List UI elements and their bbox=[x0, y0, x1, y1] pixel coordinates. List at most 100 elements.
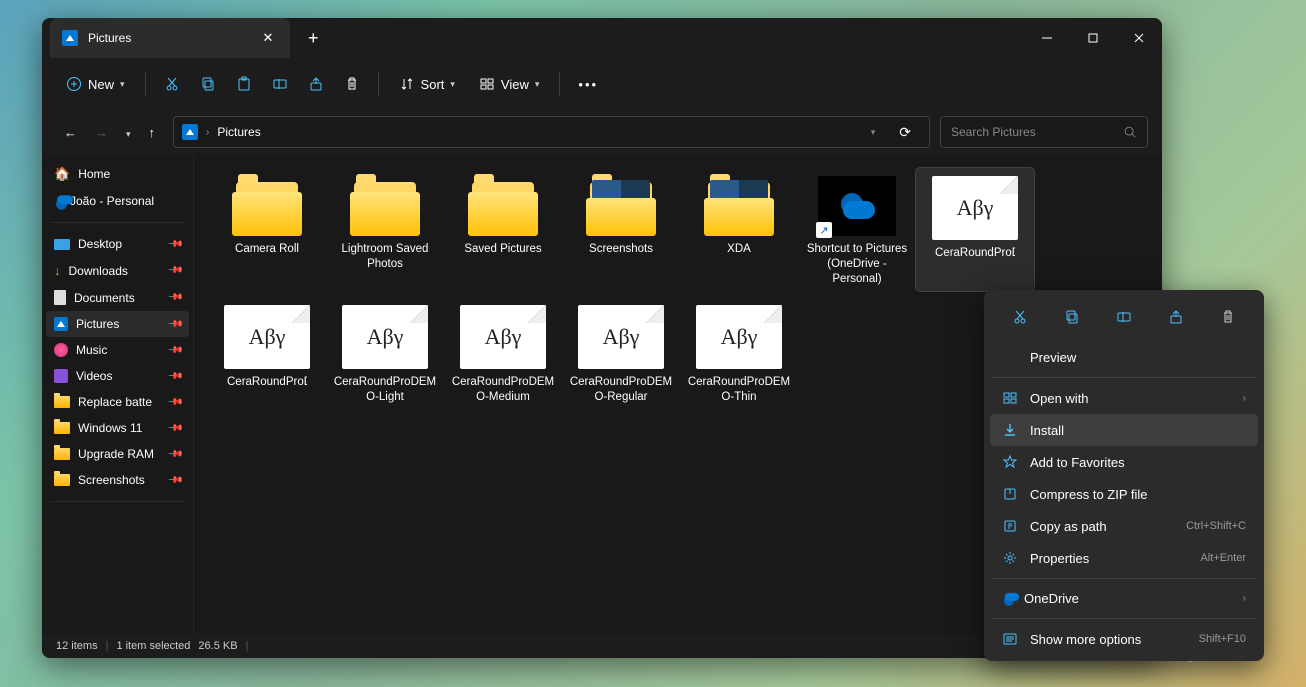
tab-pictures[interactable]: Pictures ✕ bbox=[50, 18, 290, 58]
sidebar-item-upgrade-ram[interactable]: Upgrade RAM📌 bbox=[46, 441, 189, 467]
sidebar-item-music[interactable]: Music📌 bbox=[46, 337, 189, 363]
view-button[interactable]: View ▾ bbox=[469, 70, 549, 98]
trash-icon bbox=[344, 76, 360, 92]
toolbar: New ▾ Sort ▾ View ▾ ••• bbox=[42, 58, 1162, 110]
grid-item[interactable]: XDA bbox=[680, 168, 798, 291]
ctx-open-with[interactable]: Open with› bbox=[990, 382, 1258, 414]
pin-icon: 📌 bbox=[166, 289, 183, 306]
ctx-delete-button[interactable] bbox=[1211, 302, 1245, 332]
ctx-copy-path[interactable]: Copy as pathCtrl+Shift+C bbox=[990, 510, 1258, 542]
grid-item[interactable]: AβγCeraRoundProDEMO-Regular bbox=[562, 297, 680, 409]
grid-item[interactable]: Screenshots bbox=[562, 168, 680, 291]
grid-item[interactable]: AβγCeraRoundProDEMO-Thin bbox=[680, 297, 798, 409]
install-icon bbox=[1002, 422, 1018, 438]
ctx-rename-button[interactable] bbox=[1107, 302, 1141, 332]
minimize-button[interactable] bbox=[1024, 18, 1070, 58]
paste-icon bbox=[236, 76, 252, 92]
pictures-icon bbox=[182, 124, 198, 140]
font-file-icon: Aβγ bbox=[224, 305, 310, 369]
ctx-onedrive[interactable]: OneDrive› bbox=[990, 583, 1258, 614]
ctx-cut-button[interactable] bbox=[1003, 302, 1037, 332]
copy-button[interactable] bbox=[192, 70, 224, 98]
share-button[interactable] bbox=[300, 70, 332, 98]
nav-buttons: ← → ▾ ↑ bbox=[56, 119, 163, 146]
ctx-preview[interactable]: Preview bbox=[990, 342, 1258, 373]
plus-circle-icon bbox=[66, 76, 82, 92]
pin-icon: 📌 bbox=[166, 316, 183, 333]
paste-button[interactable] bbox=[228, 70, 260, 98]
sidebar-item-downloads[interactable]: ↓Downloads📌 bbox=[46, 257, 189, 284]
pin-icon: 📌 bbox=[166, 342, 183, 359]
breadcrumb[interactable]: Pictures bbox=[217, 125, 260, 139]
titlebar: Pictures ✕ + bbox=[42, 18, 1162, 58]
grid-item[interactable]: Lightroom Saved Photos bbox=[326, 168, 444, 291]
window-controls bbox=[1024, 18, 1162, 58]
forward-button[interactable]: → bbox=[87, 119, 116, 146]
folder-icon bbox=[700, 176, 778, 236]
sidebar-item-videos[interactable]: Videos📌 bbox=[46, 363, 189, 389]
cut-icon bbox=[1012, 309, 1028, 325]
pin-icon: 📌 bbox=[166, 420, 183, 437]
chevron-down-icon: ▾ bbox=[535, 79, 540, 90]
ctx-share-button[interactable] bbox=[1159, 302, 1193, 332]
sidebar-item-home[interactable]: 🏠 Home bbox=[46, 160, 189, 188]
grid-item[interactable]: AβγCeraRoundProDEMO-B bbox=[916, 168, 1034, 291]
up-button[interactable]: ↑ bbox=[141, 119, 164, 146]
zip-icon bbox=[1002, 486, 1018, 502]
grid-item[interactable]: Saved Pictures bbox=[444, 168, 562, 291]
shortcut-icon: ↗ bbox=[818, 176, 896, 236]
copy-icon bbox=[200, 76, 216, 92]
ctx-install[interactable]: Install bbox=[990, 414, 1258, 446]
maximize-button[interactable] bbox=[1070, 18, 1116, 58]
item-label: Camera Roll bbox=[235, 242, 299, 257]
status-selected: 1 item selected bbox=[116, 640, 190, 652]
sort-button[interactable]: Sort ▾ bbox=[389, 70, 465, 98]
close-window-button[interactable] bbox=[1116, 18, 1162, 58]
ctx-add-favorites[interactable]: Add to Favorites bbox=[990, 446, 1258, 478]
font-file-icon: Aβγ bbox=[578, 305, 664, 369]
item-label: CeraRoundProDEMO-B bbox=[935, 246, 1015, 261]
grid-item[interactable]: Camera Roll bbox=[208, 168, 326, 291]
search-input[interactable] bbox=[951, 125, 1123, 139]
grid-item[interactable]: ↗ Shortcut to Pictures (OneDrive - Person… bbox=[798, 168, 916, 291]
grid-item[interactable]: AβγCeraRoundProDEMO-Light bbox=[326, 297, 444, 409]
font-file-icon: Aβγ bbox=[342, 305, 428, 369]
rename-icon bbox=[1116, 309, 1132, 325]
more-button[interactable]: ••• bbox=[570, 71, 606, 98]
sidebar-item-replace-batte[interactable]: Replace batte📌 bbox=[46, 389, 189, 415]
sidebar: 🏠 Home › João - Personal Desktop📌↓Downlo… bbox=[42, 154, 194, 634]
new-tab-button[interactable]: + bbox=[296, 28, 331, 49]
new-button[interactable]: New ▾ bbox=[56, 70, 135, 98]
back-button[interactable]: ← bbox=[56, 119, 85, 146]
sidebar-item-pictures[interactable]: Pictures📌 bbox=[46, 311, 189, 337]
sidebar-item-windows-11[interactable]: Windows 11📌 bbox=[46, 415, 189, 441]
close-tab-icon[interactable]: ✕ bbox=[258, 30, 278, 46]
delete-button[interactable] bbox=[336, 70, 368, 98]
cut-button[interactable] bbox=[156, 70, 188, 98]
rename-icon bbox=[272, 76, 288, 92]
home-icon: 🏠 bbox=[54, 166, 70, 182]
view-icon bbox=[479, 76, 495, 92]
onedrive-icon bbox=[1002, 596, 1009, 601]
open-with-icon bbox=[1002, 390, 1018, 406]
ctx-compress-zip[interactable]: Compress to ZIP file bbox=[990, 478, 1258, 510]
more-options-icon bbox=[1002, 631, 1018, 647]
grid-item[interactable]: AβγCeraRoundProDEMO-B bbox=[208, 297, 326, 409]
ctx-copy-button[interactable] bbox=[1055, 302, 1089, 332]
recent-button[interactable]: ▾ bbox=[118, 119, 139, 146]
sidebar-item-documents[interactable]: Documents📌 bbox=[46, 284, 189, 311]
rename-button[interactable] bbox=[264, 70, 296, 98]
item-label: Shortcut to Pictures (OneDrive - Persona… bbox=[802, 242, 912, 287]
search-box[interactable] bbox=[940, 116, 1148, 148]
chevron-down-icon[interactable]: ▾ bbox=[871, 127, 882, 138]
sidebar-item-desktop[interactable]: Desktop📌 bbox=[46, 231, 189, 257]
sidebar-item-personal[interactable]: › João - Personal bbox=[46, 188, 189, 214]
address-input[interactable]: › Pictures ▾ ⟳ bbox=[173, 116, 930, 148]
ctx-show-more[interactable]: Show more optionsShift+F10 bbox=[990, 623, 1258, 655]
refresh-button[interactable]: ⟳ bbox=[889, 124, 921, 141]
sidebar-item-screenshots[interactable]: Screenshots📌 bbox=[46, 467, 189, 493]
ctx-properties[interactable]: PropertiesAlt+Enter bbox=[990, 542, 1258, 574]
copy-icon bbox=[1064, 309, 1080, 325]
search-icon bbox=[1123, 125, 1137, 139]
grid-item[interactable]: AβγCeraRoundProDEMO-Medium bbox=[444, 297, 562, 409]
